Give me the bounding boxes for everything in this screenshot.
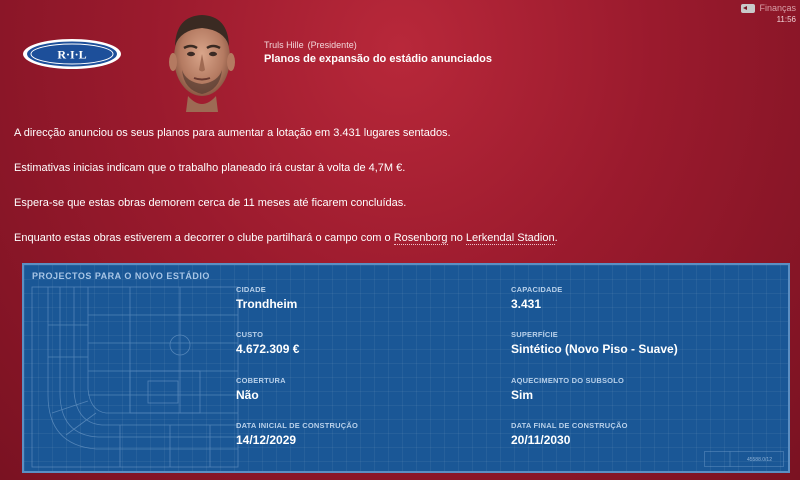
club-link-rosenborg[interactable]: Rosenborg — [393, 232, 448, 245]
end-date-label: DATA FINAL DE CONSTRUÇÃO — [511, 421, 628, 430]
surface-value: Sintético (Novo Piso - Suave) — [511, 342, 678, 356]
finances-label: Finanças — [759, 3, 796, 13]
stadium-blueprint-graphic — [31, 286, 239, 468]
paragraph-text: Enquanto estas obras estiverem a decorre… — [14, 232, 394, 244]
message-paragraph: A direcção anunciou os seus planos para … — [14, 127, 451, 139]
surface-field: SUPERFÍCIE Sintético (Novo Piso - Suave) — [511, 330, 678, 356]
blueprint-code: 45588.0/12 — [746, 457, 772, 463]
capacity-value: 3.431 — [511, 297, 542, 311]
cover-label: COBERTURA — [236, 376, 286, 385]
end-date-field: DATA FINAL DE CONSTRUÇÃO 20/11/2030 — [511, 421, 628, 447]
stadium-link-lerkendal[interactable]: Lerkendal Stadion — [465, 232, 555, 245]
stadium-plans-panel: PROJECTOS PARA O NOVO ESTÁDIO 45588.0/12… — [22, 263, 790, 473]
cost-label: CUSTO — [236, 330, 264, 339]
message-paragraph: Espera-se que estas obras demorem cerca … — [14, 197, 407, 209]
heating-field: AQUECIMENTO DO SUBSOLO Sim — [511, 376, 624, 402]
city-field: CIDADE Trondheim — [236, 285, 297, 311]
sender-name[interactable]: Truls Hille — [264, 40, 304, 50]
clock: 11:56 — [776, 15, 796, 24]
club-logo[interactable]: R·I·L — [22, 38, 122, 70]
start-date-field: DATA INICIAL DE CONSTRUÇÃO 14/12/2029 — [236, 421, 358, 447]
message-paragraph: Estimativas inicias indicam que o trabal… — [14, 162, 406, 174]
sender-role: (Presidente) — [307, 40, 357, 50]
cover-field: COBERTURA Não — [236, 376, 286, 402]
paragraph-text: no — [447, 232, 466, 244]
message-headline: Planos de expansão do estádio anunciados — [264, 53, 493, 65]
capacity-field: CAPACIDADE 3.431 — [511, 285, 562, 311]
message-paragraph: Enquanto estas obras estiverem a decorre… — [14, 231, 784, 246]
surface-label: SUPERFÍCIE — [511, 330, 559, 339]
city-label: CIDADE — [236, 285, 266, 294]
end-date-value: 20/11/2030 — [511, 433, 571, 447]
start-date-value: 14/12/2029 — [236, 433, 297, 447]
cost-value: 4.672.309 € — [236, 342, 300, 356]
cost-field: CUSTO 4.672.309 € — [236, 330, 299, 356]
heating-value: Sim — [511, 388, 534, 402]
start-date-label: DATA INICIAL DE CONSTRUÇÃO — [236, 421, 359, 430]
back-arrow-icon — [741, 3, 756, 13]
finances-back-button[interactable]: Finanças — [741, 3, 796, 13]
city-value: Trondheim — [236, 297, 298, 311]
topbar-right: Finanças 11:56 — [741, 3, 796, 24]
message-sender: Truls Hille (Presidente) — [264, 40, 357, 50]
message-body: A direcção anunciou os seus planos para … — [14, 126, 784, 266]
panel-title: PROJECTOS PARA O NOVO ESTÁDIO — [32, 271, 210, 281]
sender-avatar[interactable] — [158, 8, 246, 112]
capacity-label: CAPACIDADE — [511, 285, 563, 294]
blueprint-title-block — [704, 451, 784, 467]
logo-text: R·I·L — [57, 48, 86, 62]
cover-value: Não — [236, 388, 259, 402]
heating-label: AQUECIMENTO DO SUBSOLO — [511, 376, 625, 385]
paragraph-text: . — [554, 232, 558, 244]
